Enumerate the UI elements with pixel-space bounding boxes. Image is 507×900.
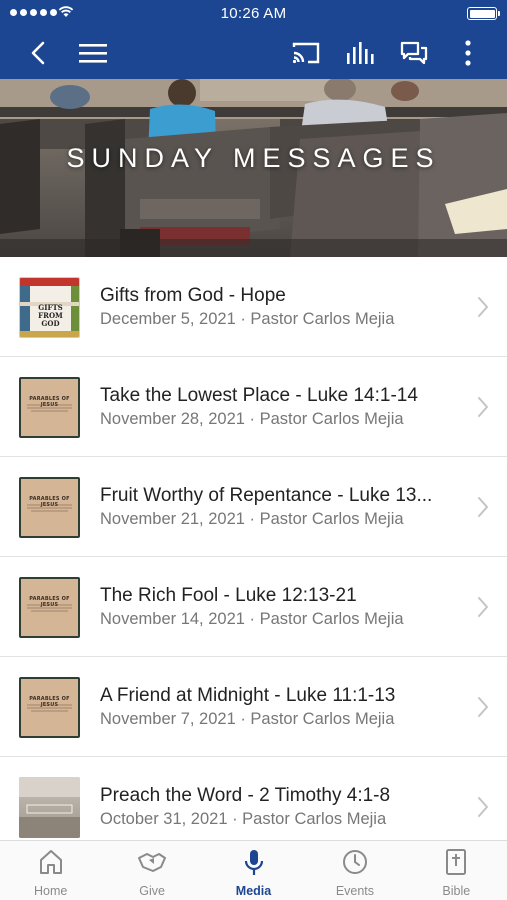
back-icon: [31, 41, 45, 64]
message-meta: November 21, 2021 · Pastor Carlos Mejia: [100, 510, 404, 528]
message-thumbnail: PARABLES OF JESUS: [19, 677, 80, 738]
message-meta: November 28, 2021 · Pastor Carlos Mejia: [100, 410, 404, 428]
message-title: The Rich Fool - Luke 12:13-21: [100, 585, 357, 606]
tab-label: Give: [139, 884, 165, 898]
message-list[interactable]: GIFTS FROM GOD Gifts from God - Hope Dec…: [0, 257, 507, 840]
tab-label: Media: [235, 884, 272, 898]
chat-button[interactable]: [392, 26, 436, 79]
status-time: 10:26 AM: [220, 5, 287, 22]
cast-icon: [292, 42, 320, 63]
clock-icon: [342, 850, 367, 874]
page-title: SUNDAY MESSAGES: [66, 143, 441, 173]
audio-bars-icon: [347, 41, 374, 64]
tab-events[interactable]: Events: [304, 841, 405, 900]
tab-label: Events: [335, 884, 375, 898]
message-thumbnail: PARABLES OF JESUS: [19, 477, 80, 538]
back-button[interactable]: [16, 26, 60, 79]
audio-button[interactable]: [338, 26, 382, 79]
chevron-right-icon: [478, 497, 488, 517]
message-title: Fruit Worthy of Repentance - Luke 13...: [100, 485, 433, 506]
chevron-right-icon: [478, 597, 488, 617]
hero-banner: SUNDAY MESSAGES: [0, 79, 507, 257]
parables-pattern: [27, 704, 72, 712]
more-button[interactable]: [446, 26, 490, 79]
chevron-right-icon: [478, 697, 488, 717]
message-meta: December 5, 2021 · Pastor Carlos Mejia: [100, 310, 395, 328]
more-vertical-icon: [465, 39, 471, 66]
status-bar: 10:26 AM: [0, 0, 507, 26]
list-item[interactable]: PARABLES OF JESUS The Rich Fool - Luke 1…: [0, 557, 507, 657]
battery-icon: [467, 7, 500, 20]
message-title: Take the Lowest Place - Luke 14:1-14: [100, 385, 418, 406]
give-icon: [138, 853, 167, 872]
chevron-right-icon: [478, 397, 488, 417]
tab-home[interactable]: Home: [0, 841, 101, 900]
thumbnail-caption: GIFTS FROM GOD: [38, 303, 63, 328]
menu-button[interactable]: [71, 26, 115, 79]
list-item[interactable]: Preach the Word - 2 Timothy 4:1-8 Octobe…: [0, 757, 507, 840]
tab-give[interactable]: Give: [101, 841, 202, 900]
message-thumbnail: [19, 777, 80, 838]
list-item[interactable]: PARABLES OF JESUS A Friend at Midnight -…: [0, 657, 507, 757]
message-meta: November 7, 2021 · Pastor Carlos Mejia: [100, 710, 395, 728]
tab-bar: Home Give Media Events Bible: [0, 840, 507, 900]
list-item[interactable]: PARABLES OF JESUS Fruit Worthy of Repent…: [0, 457, 507, 557]
tab-bible[interactable]: Bible: [406, 841, 507, 900]
parables-pattern: [27, 604, 72, 612]
preach-artwork: [19, 777, 80, 838]
tab-label: Bible: [442, 884, 471, 898]
parables-pattern: [27, 404, 72, 412]
message-meta: October 31, 2021 · Pastor Carlos Mejia: [100, 810, 387, 828]
tab-media[interactable]: Media: [203, 841, 304, 900]
list-item[interactable]: GIFTS FROM GOD Gifts from God - Hope Dec…: [0, 257, 507, 357]
message-thumbnail: PARABLES OF JESUS: [19, 377, 80, 438]
chat-icon: [400, 41, 428, 64]
tab-label: Home: [34, 884, 68, 898]
nav-bar: [0, 26, 507, 79]
chevron-right-icon: [478, 297, 488, 317]
parables-pattern: [27, 504, 72, 512]
message-title: A Friend at Midnight - Luke 11:1-13: [100, 685, 396, 706]
bible-icon: [446, 849, 467, 875]
message-title: Preach the Word - 2 Timothy 4:1-8: [100, 785, 391, 806]
menu-icon: [79, 43, 107, 63]
microphone-icon: [244, 850, 263, 875]
chevron-right-icon: [478, 797, 488, 817]
cast-button[interactable]: [284, 26, 328, 79]
home-icon: [39, 850, 62, 874]
message-thumbnail: GIFTS FROM GOD: [19, 277, 80, 338]
message-thumbnail: PARABLES OF JESUS: [19, 577, 80, 638]
message-title: Gifts from God - Hope: [100, 285, 286, 306]
list-item[interactable]: PARABLES OF JESUS Take the Lowest Place …: [0, 357, 507, 457]
message-meta: November 14, 2021 · Pastor Carlos Mejia: [100, 610, 404, 628]
